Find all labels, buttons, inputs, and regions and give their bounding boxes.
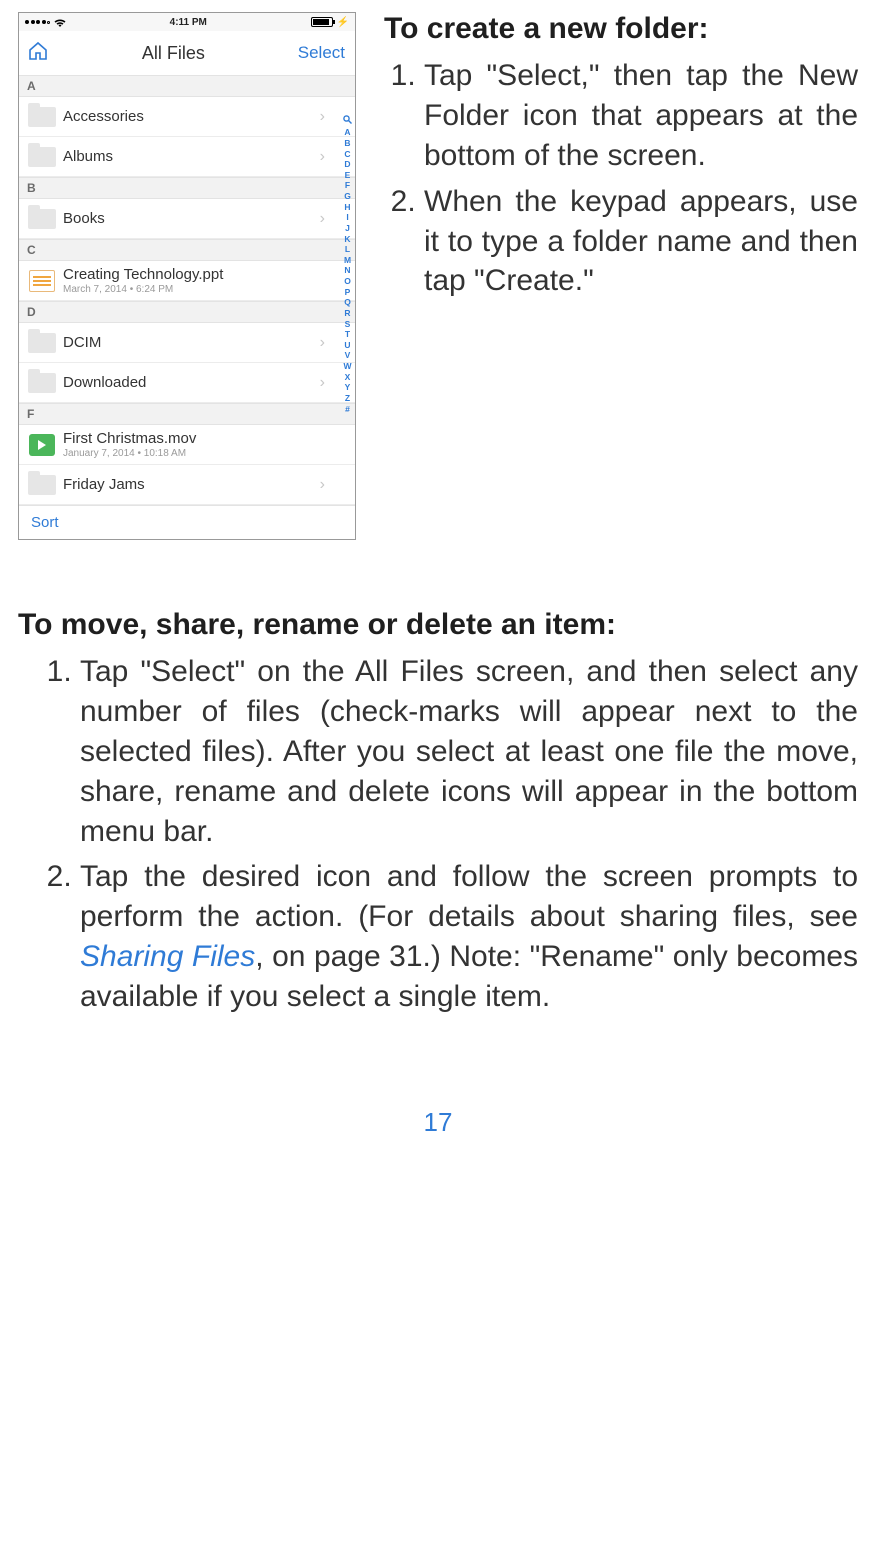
wifi-icon <box>54 18 66 27</box>
folder-icon <box>25 206 59 232</box>
file-list: A Accessories › Albums › B Books <box>19 75 355 505</box>
index-letter[interactable]: X <box>345 372 351 383</box>
index-letter[interactable]: I <box>346 212 348 223</box>
home-icon[interactable] <box>27 41 49 66</box>
item-name: Books <box>63 210 105 227</box>
index-letter[interactable]: F <box>345 180 350 191</box>
index-letter[interactable]: N <box>344 265 350 276</box>
index-letter[interactable]: L <box>345 244 350 255</box>
index-letter[interactable]: U <box>344 340 350 351</box>
page-number: 17 <box>18 1107 858 1138</box>
chevron-right-icon: › <box>320 374 325 392</box>
nav-bar: All Files Select <box>19 31 355 75</box>
section-heading: To create a new folder: <box>384 12 858 46</box>
chevron-right-icon: › <box>320 210 325 228</box>
sharing-files-link[interactable]: Sharing Files <box>80 940 255 973</box>
index-letter[interactable]: Z <box>345 393 350 404</box>
text: Tap the desired icon and follow the scre… <box>80 860 858 933</box>
index-letter[interactable]: # <box>345 404 350 415</box>
section-header: C <box>19 239 355 261</box>
item-name: Creating Technology.ppt <box>63 266 223 283</box>
index-letter[interactable]: O <box>344 276 351 287</box>
index-letter[interactable]: H <box>344 202 350 213</box>
alpha-index[interactable]: A B C D E F G H I J K L M N O P Q <box>343 115 352 414</box>
index-letter[interactable]: W <box>343 361 351 372</box>
status-time: 4:11 PM <box>170 17 207 28</box>
nav-title: All Files <box>49 43 298 64</box>
video-icon <box>25 432 59 458</box>
charging-icon: ⚡ <box>337 17 349 28</box>
list-item[interactable]: Friday Jams › <box>19 465 355 505</box>
chevron-right-icon: › <box>320 148 325 166</box>
index-letter[interactable]: E <box>345 170 351 181</box>
folder-icon <box>25 370 59 396</box>
list-item[interactable]: DCIM › <box>19 323 355 363</box>
index-letter[interactable]: T <box>345 329 350 340</box>
index-letter[interactable]: C <box>344 149 350 160</box>
item-name: Friday Jams <box>63 476 145 493</box>
index-letter[interactable]: Q <box>344 297 351 308</box>
list-item[interactable]: First Christmas.mov January 7, 2014 • 10… <box>19 425 355 465</box>
list-item[interactable]: Albums › <box>19 137 355 177</box>
index-letter[interactable]: M <box>344 255 351 266</box>
index-letter[interactable]: R <box>344 308 350 319</box>
folder-icon <box>25 144 59 170</box>
ios-status-bar: 4:11 PM ⚡ <box>19 13 355 31</box>
list-item[interactable]: Accessories › <box>19 97 355 137</box>
move-share-rename-delete-instructions: To move, share, rename or delete an item… <box>18 608 858 1017</box>
item-name: First Christmas.mov <box>63 430 196 447</box>
list-item[interactable]: Books › <box>19 199 355 239</box>
item-name: DCIM <box>63 334 101 351</box>
index-letter[interactable]: J <box>345 223 350 234</box>
section-heading: To move, share, rename or delete an item… <box>18 608 858 642</box>
index-letter[interactable]: Y <box>345 382 351 393</box>
list-item[interactable]: Creating Technology.ppt March 7, 2014 • … <box>19 261 355 301</box>
section-header: A <box>19 75 355 97</box>
chevron-right-icon: › <box>320 476 325 494</box>
phone-screenshot: 4:11 PM ⚡ All Files Select A <box>18 12 356 540</box>
instruction-step: Tap "Select," then tap the New Folder ic… <box>424 56 858 176</box>
index-letter[interactable]: K <box>344 234 350 245</box>
section-header: D <box>19 301 355 323</box>
presentation-icon <box>25 268 59 294</box>
folder-icon <box>25 104 59 130</box>
index-letter[interactable]: D <box>344 159 350 170</box>
folder-icon <box>25 472 59 498</box>
section-header: F <box>19 403 355 425</box>
instruction-step: When the keypad appears, use it to type … <box>424 182 858 302</box>
chevron-right-icon: › <box>320 108 325 126</box>
index-letter[interactable]: S <box>345 319 351 330</box>
item-meta: January 7, 2014 • 10:18 AM <box>63 448 196 459</box>
battery-icon <box>311 17 333 27</box>
index-letter[interactable]: P <box>345 287 351 298</box>
select-button[interactable]: Select <box>298 43 345 63</box>
index-letter[interactable]: G <box>344 191 351 202</box>
item-name: Accessories <box>63 108 144 125</box>
footer-bar: Sort <box>19 505 355 539</box>
index-letter[interactable]: B <box>344 138 350 149</box>
item-meta: March 7, 2014 • 6:24 PM <box>63 284 223 295</box>
index-letter[interactable]: V <box>345 350 351 361</box>
instruction-step: Tap the desired icon and follow the scre… <box>80 857 858 1017</box>
list-item[interactable]: Downloaded › <box>19 363 355 403</box>
section-header: B <box>19 177 355 199</box>
index-letter[interactable]: A <box>344 127 350 138</box>
item-name: Downloaded <box>63 374 146 391</box>
chevron-right-icon: › <box>320 334 325 352</box>
signal-dots-icon <box>25 20 50 24</box>
item-name: Albums <box>63 148 113 165</box>
folder-icon <box>25 330 59 356</box>
sort-button[interactable]: Sort <box>31 514 59 531</box>
instruction-step: Tap "Select" on the All Files screen, an… <box>80 652 858 851</box>
search-icon[interactable] <box>343 115 352 127</box>
create-folder-instructions: To create a new folder: Tap "Select," th… <box>384 12 858 307</box>
